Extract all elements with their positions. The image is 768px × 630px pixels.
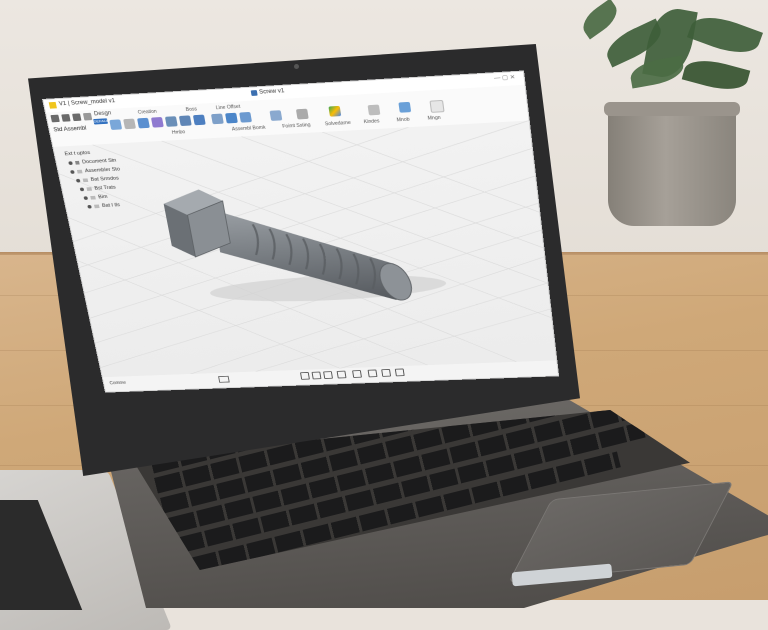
center-title: Screw v1 xyxy=(258,88,285,96)
webcam xyxy=(294,64,299,69)
toolbar-sublabel-1: Hmbo xyxy=(171,129,186,136)
look-at-icon[interactable] xyxy=(311,371,322,380)
folder-icon xyxy=(90,195,96,200)
select-button[interactable] xyxy=(398,101,412,113)
shell-button[interactable] xyxy=(225,112,238,124)
browser-item[interactable]: Bat Srmdos xyxy=(75,176,120,185)
sweep-button[interactable] xyxy=(150,116,164,128)
extrude-button[interactable] xyxy=(123,118,137,130)
browser-item[interactable]: Bim xyxy=(83,194,108,202)
folder-icon xyxy=(93,204,100,208)
pan-icon[interactable] xyxy=(323,371,333,379)
toolbar-sublabel-4: Solvedarne xyxy=(324,120,352,128)
plant-pot xyxy=(604,102,740,226)
document-title: V1 | Screw_model v1 xyxy=(58,98,116,108)
browser-item[interactable]: Document Stn xyxy=(68,158,117,168)
folder-icon xyxy=(86,186,92,191)
expand-icon[interactable] xyxy=(79,187,85,191)
fillet-button[interactable] xyxy=(210,113,224,125)
window-controls[interactable]: — ▢ ✕ xyxy=(494,74,516,82)
workspace-button[interactable]: Std Assembl xyxy=(53,126,87,133)
revolve-button[interactable] xyxy=(137,117,150,129)
browser-item[interactable]: Bst Trats xyxy=(79,185,116,194)
cad-app-window: V1 | Screw_model v1 Screw v1 — ▢ ✕ Desgn… xyxy=(42,70,560,393)
insert-button[interactable] xyxy=(328,105,342,117)
display-settings-icon[interactable] xyxy=(367,369,378,378)
fit-icon[interactable] xyxy=(352,370,362,378)
joint-button[interactable] xyxy=(269,110,283,121)
combine-button[interactable] xyxy=(239,111,253,123)
expand-icon[interactable] xyxy=(83,195,88,200)
construct-button[interactable] xyxy=(295,108,309,120)
toolbar-sublabel-3: Foimt Ssting xyxy=(281,122,312,130)
redo-icon[interactable] xyxy=(82,112,93,121)
folder-icon xyxy=(82,177,89,182)
expand-icon[interactable] xyxy=(70,169,75,174)
visibility-icon[interactable] xyxy=(74,160,80,165)
browser-header: Ext t uptos xyxy=(64,150,91,158)
undo-icon[interactable] xyxy=(72,113,82,122)
timeline-icon[interactable] xyxy=(218,375,230,383)
hole-button[interactable] xyxy=(178,115,192,127)
toolbar-sublabel-6: Mnob xyxy=(396,116,411,124)
group-label-creation: Creation xyxy=(137,108,158,116)
folder-icon xyxy=(76,169,83,174)
loft-button[interactable] xyxy=(164,116,178,127)
save-icon[interactable] xyxy=(61,114,71,122)
browser-item[interactable]: Bat I tls xyxy=(87,203,121,212)
design-tab[interactable]: Desgn xyxy=(94,111,112,117)
zoom-icon[interactable] xyxy=(336,370,347,379)
group-label-line-offset: Line Offset xyxy=(215,104,241,112)
orbit-icon[interactable] xyxy=(299,372,310,380)
group-label-boss: Boss xyxy=(185,106,198,113)
thread-button[interactable] xyxy=(192,114,206,126)
grid-settings-icon[interactable] xyxy=(381,369,392,377)
model-browser: Ext t uptos Document Stn Assembler Sto B… xyxy=(60,145,193,231)
viewports-icon[interactable] xyxy=(394,368,405,377)
design-mode-button[interactable]: DEFAULT xyxy=(93,118,112,125)
menu-icon[interactable] xyxy=(50,114,60,123)
addins-button[interactable] xyxy=(429,99,445,113)
expand-icon[interactable] xyxy=(68,160,73,165)
expand-icon[interactable] xyxy=(75,178,81,183)
toolbar-sublabel-5: Kindes xyxy=(363,118,380,126)
inspect-button[interactable] xyxy=(367,104,381,116)
app-logo-icon xyxy=(48,101,57,109)
toolbar-sublabel-7: Mngn xyxy=(427,115,442,122)
expand-icon[interactable] xyxy=(87,204,92,209)
sketch-button[interactable] xyxy=(109,119,123,130)
document-icon xyxy=(250,90,258,96)
toolbar-sublabel-2: Assembl Bomk xyxy=(231,124,267,133)
comments-panel-label[interactable]: Comme xyxy=(109,380,126,385)
